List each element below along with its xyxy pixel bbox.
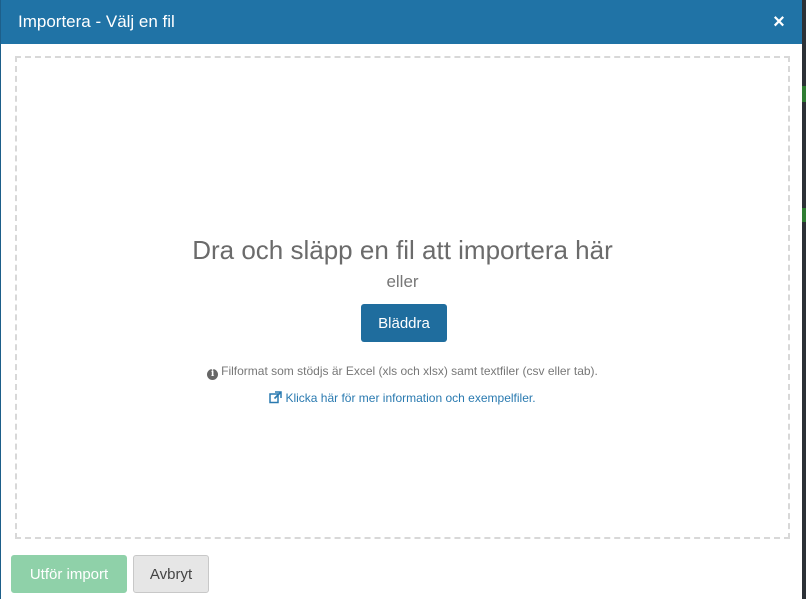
close-icon[interactable]: × [770,12,788,32]
cancel-button[interactable]: Avbryt [133,555,209,593]
more-info-line: Klicka här för mer information och exemp… [17,390,788,406]
external-link-icon [269,391,283,404]
more-info-link-text: Klicka här för mer information och exemp… [285,391,536,405]
more-info-link[interactable]: Klicka här för mer information och exemp… [269,391,536,405]
perform-import-button[interactable]: Utför import [11,555,127,593]
supported-formats-info: i Filformat som stödjs är Excel (xls och … [17,363,788,380]
info-icon: i [207,369,219,380]
supported-formats-text: Filformat som stödjs är Excel (xls och x… [221,364,598,378]
dialog-title: Importera - Välj en fil [18,12,175,31]
background-page-edge [802,0,806,599]
background-accent [802,208,806,222]
dropzone-title: Dra och släpp en fil att importera här [192,235,613,265]
background-accent [802,86,806,102]
import-dialog: Importera - Välj en fil × Dra och släpp … [0,0,803,599]
browse-button[interactable]: Bläddra [361,304,447,342]
dialog-header: Importera - Välj en fil × [1,0,803,44]
file-dropzone[interactable]: Dra och släpp en fil att importera här e… [15,56,790,539]
dropzone-or-text: eller [386,272,419,291]
